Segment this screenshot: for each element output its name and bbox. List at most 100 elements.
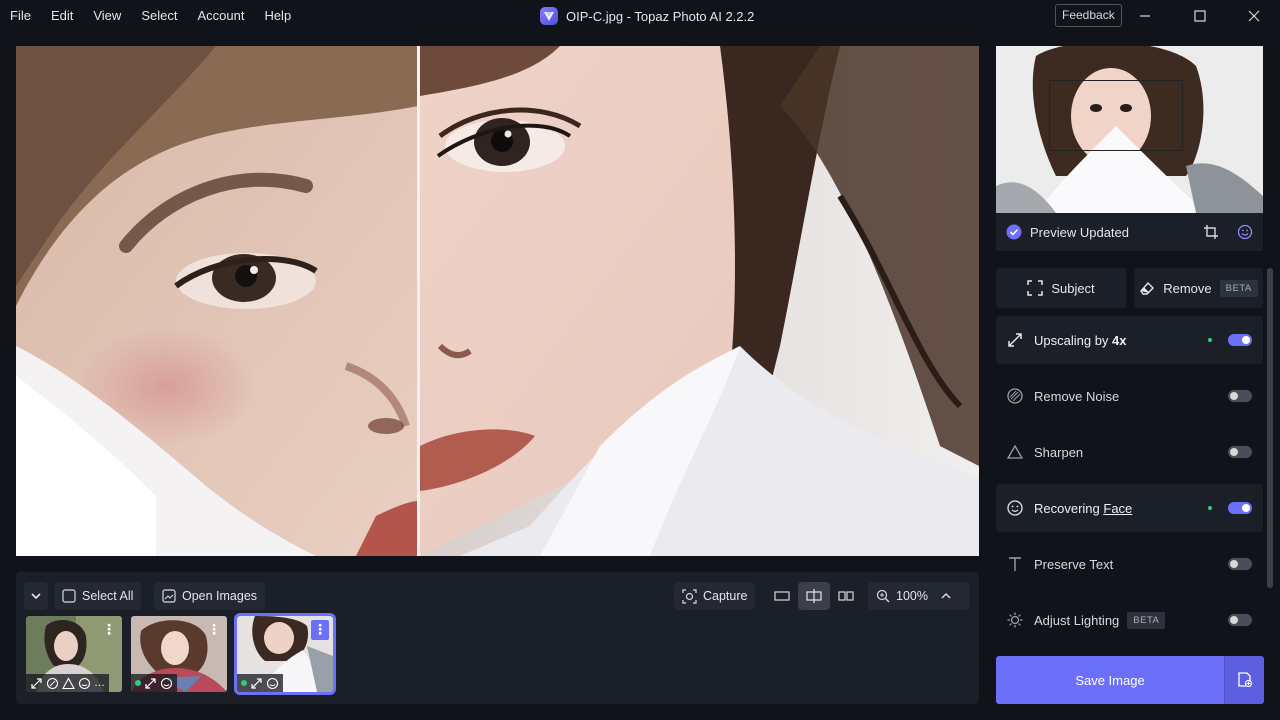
side-by-side-icon xyxy=(838,591,854,601)
remove-button[interactable]: Remove BETA xyxy=(1134,268,1263,308)
maximize-button[interactable] xyxy=(1180,0,1220,32)
thumbnail-1[interactable]: ⋮ … xyxy=(26,616,122,692)
image-canvas[interactable] xyxy=(16,46,979,556)
feature-upscaling[interactable]: Upscaling by 4x xyxy=(996,316,1263,364)
remove-noise-toggle[interactable] xyxy=(1228,390,1252,402)
thumbnail-more-icon[interactable]: ⋮ xyxy=(311,620,329,640)
thumbnail-3-selected[interactable]: ⋮ xyxy=(234,613,336,695)
face-icon xyxy=(1006,499,1024,517)
face-icon xyxy=(160,677,173,689)
split-view-button[interactable] xyxy=(798,582,830,610)
save-image-button[interactable]: Save Image xyxy=(996,656,1224,704)
navigator-viewport-rect[interactable] xyxy=(1049,80,1183,151)
zoom-icon xyxy=(876,589,890,603)
feature-adjust-lighting[interactable]: Adjust Lighting BETA xyxy=(996,596,1263,644)
app-logo-icon xyxy=(540,7,558,25)
feature-label: Upscaling by 4x xyxy=(1034,333,1208,348)
processed-image xyxy=(420,46,979,556)
upscale-icon xyxy=(145,677,156,689)
filmstrip-panel: Select All Open Images Capture 100% ⋮ … … xyxy=(16,572,979,704)
menu-account[interactable]: Account xyxy=(187,0,254,32)
upscale-icon xyxy=(31,677,42,689)
open-images-button[interactable]: Open Images xyxy=(154,582,266,610)
feature-label: Remove Noise xyxy=(1034,388,1120,404)
noise-icon xyxy=(46,677,59,689)
menu-file[interactable]: File xyxy=(0,0,41,32)
export-settings-icon xyxy=(1237,672,1252,688)
thumbnail-more-icon[interactable]: ⋮ xyxy=(100,620,118,640)
zoom-control[interactable]: 100% xyxy=(868,582,970,610)
upscaling-factor: 4x xyxy=(1112,332,1127,348)
preview-status-text: Preview Updated xyxy=(1030,224,1129,240)
subject-label: Subject xyxy=(1051,280,1095,296)
close-icon xyxy=(1248,10,1260,22)
checkbox-icon xyxy=(62,589,76,603)
preserve-text-toggle[interactable] xyxy=(1228,558,1252,570)
modified-dot xyxy=(1208,506,1212,510)
feature-sharpen[interactable]: Sharpen xyxy=(996,428,1263,476)
thumbnail-feature-icons: … xyxy=(26,674,109,692)
eraser-icon xyxy=(1140,281,1155,295)
face-detect-icon[interactable] xyxy=(1237,224,1253,240)
collapse-filmstrip-button[interactable] xyxy=(24,582,48,610)
menu-help[interactable]: Help xyxy=(254,0,301,32)
feature-label: Preserve Text xyxy=(1034,556,1114,572)
recovering-face-toggle[interactable] xyxy=(1228,502,1252,514)
upscale-icon xyxy=(1006,331,1024,349)
feature-list-scrollbar[interactable] xyxy=(1267,268,1273,588)
title-bar: File Edit View Select Account Help OIP-C… xyxy=(0,0,1280,32)
thumbnail-feature-icons xyxy=(131,674,177,692)
side-by-side-view-button[interactable] xyxy=(830,582,862,610)
feature-recovering-face[interactable]: Recovering Face xyxy=(996,484,1263,532)
preview-status-bar: Preview Updated xyxy=(996,213,1263,251)
thumbnail-2[interactable]: ⋮ xyxy=(131,616,227,692)
sharpen-toggle[interactable] xyxy=(1228,446,1252,458)
open-images-label: Open Images xyxy=(182,589,258,603)
single-view-button[interactable] xyxy=(766,582,798,610)
save-options-button[interactable] xyxy=(1224,656,1264,704)
feature-label: Adjust Lighting BETA xyxy=(1034,611,1228,629)
adjust-lighting-label: Adjust Lighting xyxy=(1034,612,1120,628)
feature-remove-noise[interactable]: Remove Noise xyxy=(996,372,1263,420)
original-image xyxy=(16,46,418,556)
noise-icon xyxy=(1006,387,1024,405)
feature-preserve-text[interactable]: Preserve Text xyxy=(996,540,1263,588)
close-button[interactable] xyxy=(1234,0,1274,32)
text-icon xyxy=(1006,555,1024,573)
chevron-up-icon[interactable] xyxy=(940,590,952,602)
face-icon xyxy=(78,677,91,689)
subject-button[interactable]: Subject xyxy=(996,268,1126,308)
navigator-preview[interactable] xyxy=(996,46,1263,213)
menu-bar: File Edit View Select Account Help xyxy=(0,0,301,32)
more-dots-icon: … xyxy=(94,677,105,689)
maximize-icon xyxy=(1194,10,1206,22)
menu-select[interactable]: Select xyxy=(131,0,187,32)
upscaling-toggle[interactable] xyxy=(1228,334,1252,346)
window-title: OIP-C.jpg - Topaz Photo AI 2.2.2 xyxy=(540,0,754,32)
face-link[interactable]: Face xyxy=(1103,501,1132,516)
capture-label: Capture xyxy=(703,589,748,603)
face-icon xyxy=(266,677,279,689)
check-circle-icon xyxy=(1006,224,1022,240)
upscaling-prefix: Upscaling by xyxy=(1034,332,1113,348)
crop-icon[interactable] xyxy=(1203,224,1219,240)
thumbnail-more-icon[interactable]: ⋮ xyxy=(205,620,223,640)
remove-label: Remove xyxy=(1163,280,1212,296)
single-view-icon xyxy=(774,591,790,601)
modified-dot xyxy=(1208,338,1212,342)
beta-badge: BETA xyxy=(1127,611,1166,629)
capture-button[interactable]: Capture xyxy=(674,582,756,610)
recovering-prefix: Recovering xyxy=(1034,500,1104,516)
select-all-button[interactable]: Select All xyxy=(54,582,142,610)
minimize-button[interactable] xyxy=(1125,0,1165,32)
menu-edit[interactable]: Edit xyxy=(41,0,83,32)
feedback-button[interactable]: Feedback xyxy=(1055,4,1122,27)
upscale-icon xyxy=(251,677,262,689)
status-dot xyxy=(241,680,247,686)
menu-view[interactable]: View xyxy=(83,0,131,32)
adjust-lighting-toggle[interactable] xyxy=(1228,614,1252,626)
zoom-level: 100% xyxy=(896,589,928,603)
sun-icon xyxy=(1006,611,1024,629)
thumbnail-feature-icons xyxy=(237,674,283,692)
split-view-icon xyxy=(806,589,822,603)
